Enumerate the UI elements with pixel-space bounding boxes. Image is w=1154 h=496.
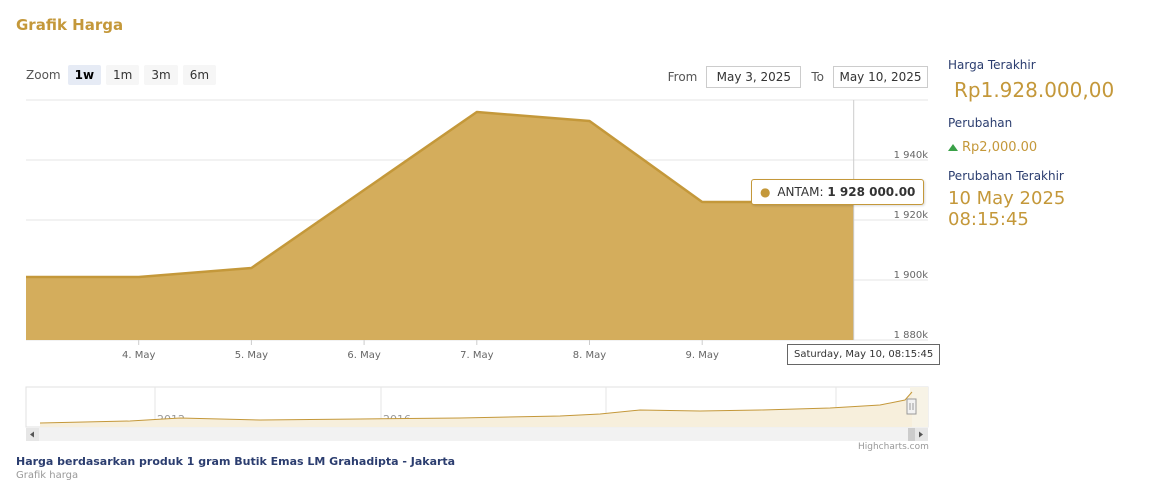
series-dot-icon: ●: [760, 185, 771, 199]
x-tick-label: 7. May: [460, 350, 493, 361]
tooltip-value: 1 928 000.00: [827, 185, 916, 199]
y-tick-label: 1 880k: [894, 330, 929, 341]
arrow-up-icon: [948, 144, 958, 151]
change-label: Perubahan: [948, 116, 1013, 130]
caption-title: Harga berdasarkan produk 1 gram Butik Em…: [16, 455, 456, 468]
navigator: 2012201620202024: [25, 386, 929, 441]
change-value: Rp2,000.00: [962, 140, 1038, 155]
y-tick-label: 1 940k: [894, 150, 929, 161]
x-axis-labels: 4. May 5. May 6. May 7. May 8. May 9. May: [122, 340, 719, 361]
tooltip-series-name: ANTAM:: [777, 185, 824, 199]
x-tick-label: 6. May: [347, 350, 380, 361]
x-tick-label: 8. May: [573, 350, 606, 361]
price-chart[interactable]: 1 880k 1 900k 1 920k 1 940k 4. May 5. May 6. …: [0, 0, 940, 460]
tooltip: ● ANTAM: 1 928 000.00: [751, 179, 925, 205]
series-area: [26, 112, 854, 340]
x-tick-label: 9. May: [685, 350, 718, 361]
price-summary-panel: Harga Terakhir Rp1.928.000,00 Perubahan …: [948, 58, 1148, 230]
navigator-handle[interactable]: [906, 398, 917, 415]
last-price-value: Rp1.928.000,00: [954, 78, 1115, 102]
scrollbar-track[interactable]: [26, 428, 928, 441]
x-tick-label: 4. May: [122, 350, 155, 361]
last-change-time: 10 May 2025 08:15:45: [948, 188, 1066, 230]
x-tick-label: 5. May: [235, 350, 268, 361]
last-price-label: Harga Terakhir: [948, 58, 1036, 72]
x-axis-flag: Saturday, May 10, 08:15:45: [787, 344, 941, 365]
change-row: Rp2,000.00: [948, 140, 1148, 155]
credits-link[interactable]: Highcharts.com: [858, 442, 929, 452]
y-tick-label: 1 920k: [894, 210, 929, 221]
caption-subtitle: Grafik harga: [16, 470, 79, 481]
last-change-label: Perubahan Terakhir: [948, 169, 1064, 183]
y-tick-label: 1 900k: [894, 270, 929, 281]
scrollbar-thumb[interactable]: [908, 428, 916, 441]
